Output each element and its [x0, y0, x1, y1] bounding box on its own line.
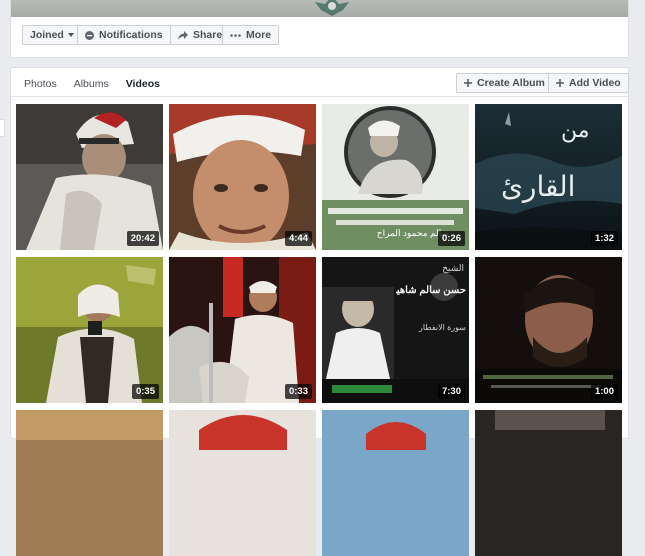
video-thumbnail[interactable] [475, 410, 622, 556]
video-thumbnail[interactable]: من القارئ 1:32 [475, 104, 622, 250]
media-tabs: Photos Albums Videos [24, 77, 177, 91]
video-thumbnail[interactable]: 0:33 [169, 257, 316, 403]
video-duration: 0:35 [131, 384, 159, 399]
notifications-button[interactable]: Notifications [77, 25, 171, 45]
group-header: Joined Notifications Share More [10, 0, 629, 58]
tab-divider [11, 96, 628, 97]
plus-icon [556, 79, 564, 87]
cover-photo[interactable] [11, 0, 628, 17]
share-label: Share [193, 29, 223, 41]
more-button[interactable]: More [222, 25, 280, 45]
video-thumbnail[interactable] [322, 410, 469, 556]
video-thumbnail[interactable] [169, 410, 316, 556]
joined-label: Joined [30, 29, 64, 41]
video-thumbnail[interactable]: الشيخ حسن سالم شاهين سورة الانفطار 7:30 [322, 257, 469, 403]
tab-albums[interactable]: Albums [74, 77, 109, 91]
add-video-button[interactable]: Add Video [548, 73, 629, 93]
create-album-button[interactable]: Create Album [456, 73, 553, 93]
video-duration: 20:42 [126, 231, 159, 246]
video-caption-top: الشيخ [442, 263, 464, 273]
media-panel: Photos Albums Videos Create Album Add Vi… [10, 67, 629, 556]
tab-videos[interactable]: Videos [126, 77, 160, 91]
reciter-photo [322, 410, 469, 556]
video-caption: سالم محمود المراح [376, 228, 449, 238]
joined-button[interactable]: Joined [22, 25, 82, 45]
video-duration: 7:30 [437, 384, 465, 399]
video-thumbnail[interactable]: 4:44 [169, 104, 316, 250]
share-icon [178, 30, 188, 40]
tab-photos[interactable]: Photos [24, 77, 57, 91]
more-label: More [246, 29, 272, 41]
video-duration: 4:44 [284, 231, 312, 246]
cover-ornament-icon [315, 0, 349, 16]
video-duration: 1:00 [590, 384, 618, 399]
video-thumbnail[interactable]: 1:00 [475, 257, 622, 403]
reciter-photo [16, 104, 163, 250]
notifications-label: Notifications [99, 29, 163, 41]
reciter-photo [475, 257, 622, 403]
video-thumbnail[interactable] [16, 410, 163, 556]
video-thumbnail[interactable]: 20:42 [16, 104, 163, 250]
video-duration: 1:32 [590, 231, 618, 246]
left-panel-edge [0, 119, 5, 137]
video-duration: 0:26 [437, 231, 465, 246]
reciter-photo [169, 410, 316, 556]
reciter-photo [16, 410, 163, 556]
video-thumbnail[interactable]: سالم محمود المراح 0:26 [322, 104, 469, 250]
video-thumbnail[interactable]: 0:35 [16, 257, 163, 403]
video-title-bottom: القارئ [501, 170, 576, 203]
reciter-photo [475, 410, 622, 556]
reciter-photo [169, 104, 316, 250]
add-video-label: Add Video [569, 77, 621, 89]
plus-icon [464, 79, 472, 87]
create-album-label: Create Album [477, 77, 545, 89]
video-duration: 0:33 [284, 384, 312, 399]
video-caption-name: حسن سالم شاهين [396, 285, 466, 296]
reciter-photo [169, 257, 316, 403]
video-caption-sub: سورة الانفطار [418, 323, 466, 332]
chevron-down-icon [67, 33, 74, 37]
notifications-icon [85, 30, 94, 40]
video-title-top: من [561, 118, 590, 143]
reciter-photo [16, 257, 163, 403]
more-dots-icon [230, 33, 241, 37]
